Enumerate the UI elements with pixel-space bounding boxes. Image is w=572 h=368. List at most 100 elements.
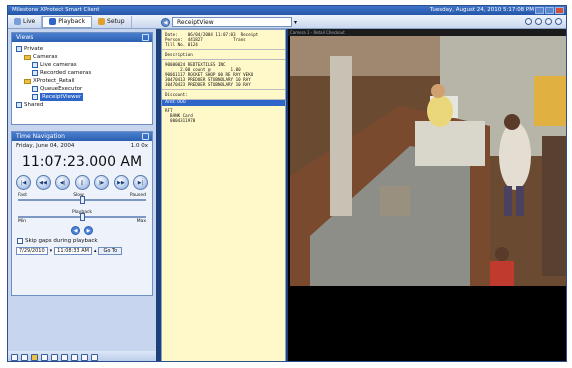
tree-label: QueueExecutor <box>40 86 83 92</box>
speed-slider-thumb[interactable] <box>80 196 85 204</box>
toolbar-tools <box>525 18 566 25</box>
views-header: Views <box>12 33 152 42</box>
camera-icon[interactable] <box>51 353 58 361</box>
time-nav-header: Time Navigation <box>12 132 152 141</box>
views-tree: Private Cameras Live cameras Recorded ca… <box>12 42 152 112</box>
datetime: Tuesday, August 24, 2010 5:17:08 PM <box>429 7 534 13</box>
receipt-payment-line: 0004311970 <box>165 118 196 123</box>
speed-paused-label: Paused <box>129 193 146 198</box>
time-navigation-panel: Time Navigation Friday, June 04, 2004 1.… <box>11 131 153 296</box>
receipt-items: 90000024 REDTEXTILES INC 2.00 count @ 1.… <box>162 60 285 90</box>
pause-button[interactable]: || <box>74 175 90 190</box>
prev-frame-button[interactable]: ◀| <box>55 175 70 190</box>
map-icon[interactable] <box>61 353 68 361</box>
tree-item-live-cameras[interactable]: Live cameras <box>16 61 148 69</box>
playback-controls: |◀ ◀◀ ◀| || |▶ ▶▶ ▶| <box>12 175 152 190</box>
tree-label: ReceiptViewer <box>40 93 84 101</box>
title-bar: Milestone XProtect Smart Client Tuesday,… <box>8 6 566 15</box>
calendar-icon[interactable]: ▾ <box>50 248 53 254</box>
tab-setup-label: Setup <box>107 18 125 25</box>
last-frame-button[interactable]: ▶| <box>133 175 148 190</box>
time-spinner-icon[interactable]: ▴ <box>94 248 97 254</box>
back-icon[interactable]: ◀ <box>161 17 170 27</box>
camera-view[interactable]: Camera 1 - Retail Checkout <box>288 29 566 361</box>
app-title: Milestone XProtect Smart Client <box>12 7 100 13</box>
camera-title: Camera 1 - Retail Checkout <box>290 30 345 35</box>
step-min-label: Min <box>18 219 26 224</box>
views-panel: Views Private Cameras Live cameras Recor… <box>11 32 153 125</box>
tree-item-cameras[interactable]: Cameras <box>16 53 148 61</box>
tree-item-queue-executor[interactable]: QueueExecutor <box>16 85 148 93</box>
tree-item-recorded-cameras[interactable]: Recorded cameras <box>16 69 148 77</box>
receipt-discount-label: Discount: <box>165 92 188 97</box>
playback-speed: 1.0 0x <box>130 143 148 149</box>
fullscreen-icon[interactable] <box>525 18 532 25</box>
date-row: Friday, June 04, 2004 1.0 0x <box>12 141 152 151</box>
goto-time-field[interactable]: 11:08:33 AM <box>54 247 92 255</box>
close-button[interactable] <box>555 7 564 14</box>
receipt-payment: RFT BANK Card 0004311970 <box>162 106 285 125</box>
search-icon[interactable] <box>41 353 48 361</box>
next-frame-button[interactable]: |▶ <box>94 175 109 190</box>
tab-live[interactable]: Live <box>8 15 43 28</box>
audio-icon[interactable] <box>81 353 88 361</box>
step-slider[interactable]: Playback Min Max <box>18 210 146 224</box>
prev-sequence-button[interactable]: ◀◀ <box>35 175 51 190</box>
view-icon <box>32 86 38 92</box>
tree-label: Shared <box>24 102 44 108</box>
left-panel: Views Private Cameras Live cameras Recor… <box>8 29 156 361</box>
direction-controls: ◀ ▶ <box>12 226 152 235</box>
folder-icon <box>24 78 31 84</box>
receipt-discount: Discount: <box>162 90 285 100</box>
tab-setup[interactable]: Setup <box>92 15 132 28</box>
main-toolbar: Live Playback Setup ◀ ReceiptView ▾ <box>8 15 566 29</box>
first-frame-button[interactable]: |◀ <box>16 175 31 190</box>
screenshot-icon[interactable] <box>71 353 78 361</box>
tree-item-private[interactable]: Private <box>16 45 148 53</box>
collapse-icon[interactable] <box>142 133 149 140</box>
maximize-button[interactable] <box>545 7 554 14</box>
export-icon[interactable] <box>11 353 18 361</box>
next-sequence-button[interactable]: ▶▶ <box>113 175 129 190</box>
goto-button[interactable]: Go To <box>98 247 123 255</box>
tree-label: XProtect_Retail <box>33 78 75 84</box>
playback-icon <box>49 18 57 25</box>
bookmark-icon[interactable] <box>31 353 38 361</box>
reverse-button[interactable]: ◀ <box>71 226 80 235</box>
forward-button[interactable]: ▶ <box>84 226 93 235</box>
tab-playback-label: Playback <box>58 18 86 25</box>
speed-slider[interactable]: Fast Slow Paused <box>18 193 146 207</box>
receipt-item: 30470423 PREDUER STUBNOLARY 10 RAY <box>165 82 251 87</box>
skip-gaps-label: Skip gaps during playback <box>25 238 98 244</box>
tab-playback[interactable]: Playback <box>42 15 93 28</box>
tree-label: Recorded cameras <box>40 70 92 76</box>
skip-gaps-option[interactable]: Skip gaps during playback <box>12 235 152 247</box>
goto-row: 7/29/2010 ▾ 11:08:33 AM ▴ Go To <box>12 247 152 255</box>
help-icon[interactable] <box>535 18 542 25</box>
folder-icon <box>24 54 31 60</box>
info-icon[interactable] <box>545 18 552 25</box>
settings-icon[interactable] <box>555 18 562 25</box>
tree-label: Private <box>24 46 44 52</box>
minimize-button[interactable] <box>535 7 544 14</box>
receipt-till-line: Till No. 0124 <box>165 42 198 47</box>
receipt-header: Date: 06/04/2004 11:07:03 Receipt Person… <box>162 30 285 50</box>
view-selector[interactable]: ReceiptView <box>172 17 292 27</box>
tree-label: Cameras <box>33 54 58 60</box>
skip-gaps-checkbox[interactable] <box>17 238 23 244</box>
app-window: Milestone XProtect Smart Client Tuesday,… <box>7 5 567 362</box>
chevron-down-icon[interactable]: ▾ <box>294 19 297 26</box>
tree-item-receipt-viewer[interactable]: ReceiptViewer <box>16 93 148 101</box>
live-icon <box>14 18 21 25</box>
goto-date-field[interactable]: 7/29/2010 <box>16 247 48 255</box>
camera-image <box>290 36 566 286</box>
collapse-icon[interactable] <box>142 34 149 41</box>
print-icon[interactable] <box>21 353 28 361</box>
receipt-viewer: Date: 06/04/2004 11:07:03 Receipt Person… <box>161 29 286 361</box>
tree-item-shared[interactable]: Shared <box>16 101 148 109</box>
ptz-icon[interactable] <box>91 353 98 361</box>
setup-icon <box>98 18 106 25</box>
tree-item-xprotect-retail[interactable]: XProtect_Retail <box>16 77 148 85</box>
view-icon <box>32 62 38 68</box>
current-date: Friday, June 04, 2004 <box>16 143 75 149</box>
